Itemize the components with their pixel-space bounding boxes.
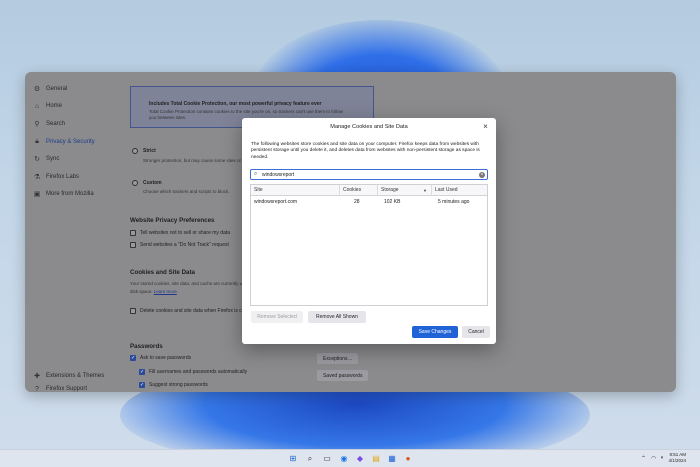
sync-icon: ↻ <box>34 156 40 163</box>
file-explorer-icon[interactable]: ▤ <box>371 454 381 464</box>
custom-desc: Choose which trackers and scripts to blo… <box>143 189 230 194</box>
search-icon[interactable]: ⌕ <box>305 454 315 464</box>
cell-site: windowsreport.com <box>254 199 298 205</box>
sidebar-item-extensions-themes[interactable]: ✚ Extensions & Themes <box>33 369 104 383</box>
ask-save-checkbox[interactable]: ✓ <box>130 355 136 361</box>
autofill-checkbox[interactable]: ✓ <box>139 369 145 375</box>
column-header-storage[interactable]: Storage ▼ <box>378 185 432 196</box>
mozilla-icon: ▣ <box>33 191 41 198</box>
autofill-label: Fill usernames and passwords automatical… <box>149 369 248 375</box>
sidebar-item-privacy-security[interactable]: 🔒︎ Privacy & Security <box>33 135 95 149</box>
column-header-cookies[interactable]: Cookies <box>340 185 378 196</box>
privacy-prefs-heading: Website Privacy Preferences <box>130 217 215 224</box>
search-input[interactable]: ⌕ windowsreport × <box>250 169 488 180</box>
exceptions-button[interactable]: Exceptions… <box>317 353 359 364</box>
close-icon[interactable]: × <box>481 122 490 131</box>
chevron-up-icon[interactable]: ⌃ <box>641 455 646 462</box>
saved-passwords-button[interactable]: Saved passwords <box>317 370 369 381</box>
cell-last-used: 5 minutes ago <box>438 199 470 205</box>
sites-table[interactable]: Site Cookies Storage ▼ Last Used windowsr… <box>250 184 488 306</box>
volume-icon[interactable]: ◖ <box>660 455 664 461</box>
tcp-title: Includes Total Cookie Protection, our mo… <box>149 101 322 107</box>
remove-all-shown-button[interactable]: Remove All Shown <box>308 311 366 323</box>
remove-selected-button[interactable]: Remove Selected <box>251 311 303 323</box>
table-header: Site Cookies Storage ▼ Last Used <box>251 185 487 196</box>
task-view-icon[interactable]: ▭ <box>322 454 332 464</box>
dnt-label: Send websites a "Do Not Track" request <box>140 242 229 248</box>
sidebar-item-firefox-labs[interactable]: ⚗ Firefox Labs <box>33 170 79 184</box>
taskbar: ⊞ ⌕ ▭ ◉ ◆ ▤ ▦ ● ⌃ ◠ ◖ 8:51 AM 4/1/2024 <box>0 449 700 467</box>
flask-icon: ⚗ <box>33 174 41 181</box>
store-icon[interactable]: ▦ <box>387 454 397 464</box>
custom-label: Custom <box>143 180 162 186</box>
dialog-description: The following websites store cookies and… <box>251 142 480 160</box>
cell-storage: 102 KB <box>384 199 401 205</box>
strict-radio[interactable] <box>132 148 138 154</box>
teams-icon[interactable]: ◆ <box>355 454 365 464</box>
cell-cookies: 28 <box>354 199 360 205</box>
firefox-icon[interactable]: ● <box>403 454 413 464</box>
start-icon[interactable]: ⊞ <box>288 454 298 464</box>
suggest-label: Suggest strong passwords <box>149 382 208 388</box>
gear-icon: ⚙ <box>33 86 41 93</box>
sidebar-item-search[interactable]: ⚲ Search <box>33 117 65 131</box>
learn-more-link[interactable]: Learn more <box>154 289 177 294</box>
delete-on-close-label: Delete cookies and site data when Firefo… <box>140 308 254 314</box>
save-changes-button[interactable]: Save Changes <box>412 326 458 338</box>
settings-sidebar: ⚙ General ⌂ Home ⚲ Search 🔒︎ Privacy & Secur… <box>25 72 123 392</box>
delete-on-close-checkbox[interactable] <box>130 308 136 314</box>
sidebar-item-firefox-support[interactable]: ? Firefox Support <box>33 382 87 393</box>
strict-label: Strict <box>143 148 156 154</box>
suggest-checkbox[interactable]: ✓ <box>139 382 145 388</box>
home-icon: ⌂ <box>34 102 40 110</box>
sidebar-item-general[interactable]: ⚙ General <box>33 82 68 96</box>
gpc-label: Tell websites not to sell or share my da… <box>140 230 231 236</box>
cancel-button[interactable]: Cancel <box>462 326 490 338</box>
cookies-desc: Your stored cookies, site data, and cach… <box>130 281 251 286</box>
edge-icon[interactable]: ◉ <box>339 454 349 464</box>
sort-descending-icon: ▼ <box>423 188 427 193</box>
lock-icon: 🔒︎ <box>35 138 39 145</box>
gpc-checkbox[interactable] <box>130 230 136 236</box>
sidebar-item-more-from-mozilla[interactable]: ▣ More from Mozilla <box>33 187 94 201</box>
column-header-site[interactable]: Site <box>251 185 340 196</box>
help-icon: ? <box>35 385 39 393</box>
cookies-heading: Cookies and Site Data <box>130 269 195 276</box>
dnt-checkbox[interactable] <box>130 242 136 248</box>
sidebar-item-home[interactable]: ⌂ Home <box>33 99 62 113</box>
puzzle-icon: ✚ <box>34 373 40 380</box>
taskbar-clock[interactable]: 8:51 AM 4/1/2024 <box>668 452 686 464</box>
manage-cookies-dialog: Manage Cookies and Site Data × The follo… <box>242 118 496 344</box>
search-icon: ⚲ <box>34 121 40 128</box>
clear-icon[interactable]: × <box>479 172 485 178</box>
search-icon: ⌕ <box>254 171 258 177</box>
custom-radio[interactable] <box>132 180 138 186</box>
search-value: windowsreport <box>262 172 295 178</box>
dialog-title: Manage Cookies and Site Data <box>330 124 408 130</box>
passwords-heading: Passwords <box>130 343 163 350</box>
ask-save-label: Ask to save passwords <box>140 355 192 361</box>
table-row[interactable]: windowsreport.com 28 102 KB 5 minutes ag… <box>251 197 487 207</box>
network-icon[interactable]: ◠ <box>651 455 656 462</box>
sidebar-item-sync[interactable]: ↻ Sync <box>33 152 59 166</box>
clock-date: 4/1/2024 <box>668 458 686 463</box>
column-header-last-used[interactable]: Last Used <box>432 185 489 196</box>
cookies-desc-line2: disk space. Learn more <box>130 289 177 294</box>
